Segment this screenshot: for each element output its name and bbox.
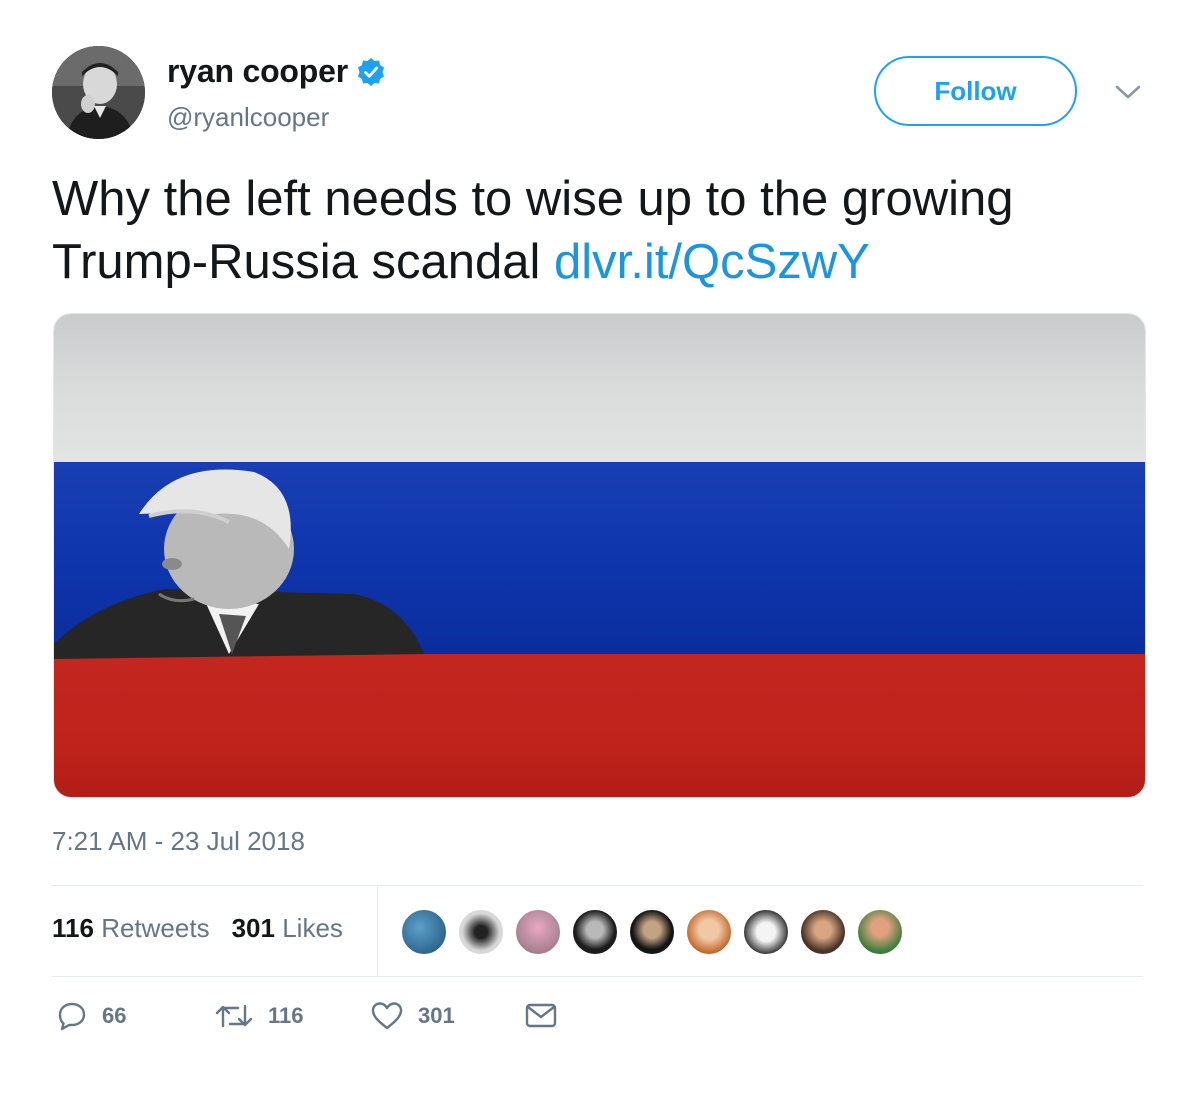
tweet-header: ryan cooper @ryanlcooper Follow (52, 46, 1152, 141)
reply-count: 66 (102, 1003, 127, 1028)
likes-stat[interactable]: 301 Likes (232, 913, 343, 944)
likes-label: Likes (282, 913, 343, 943)
liker-avatar[interactable] (514, 908, 562, 956)
author-handle[interactable]: @ryanlcooper (167, 102, 329, 133)
tweet-link[interactable]: dlvr.it/QcSzwY (554, 235, 870, 289)
author-avatar[interactable] (52, 46, 145, 139)
tweet-stats: 116 Retweets 301 Likes (52, 913, 365, 944)
divider (377, 886, 378, 976)
liker-avatar[interactable] (799, 908, 847, 956)
portrait-figure (54, 469, 424, 659)
retweet-button[interactable]: 116 (214, 1000, 304, 1032)
verified-badge-icon (357, 57, 384, 86)
divider (52, 885, 1143, 886)
liker-avatar[interactable] (742, 908, 790, 956)
tweet-text: Why the left needs to wise up to the gro… (52, 168, 1152, 294)
liker-avatar[interactable] (457, 908, 505, 956)
divider (52, 976, 1143, 977)
tweet-actions: 66 116 301 (52, 1000, 652, 1045)
flag-red-stripe (54, 654, 1145, 797)
liker-avatar[interactable] (856, 908, 904, 956)
flag-white-stripe (54, 314, 1145, 462)
author-name[interactable]: ryan cooper (167, 53, 348, 90)
envelope-icon (525, 1003, 557, 1028)
liker-avatar[interactable] (571, 908, 619, 956)
direct-message-button[interactable] (524, 1000, 572, 1030)
likes-count: 301 (231, 913, 275, 943)
liker-avatar[interactable] (685, 908, 733, 956)
retweet-icon (215, 1004, 253, 1028)
retweet-count: 116 (268, 1003, 304, 1028)
reply-icon (58, 1002, 86, 1031)
heart-icon (371, 1002, 403, 1030)
like-button[interactable]: 301 (370, 1000, 455, 1032)
tweet-media-image[interactable] (53, 313, 1146, 798)
reply-button[interactable]: 66 (56, 1000, 126, 1032)
retweets-label: Retweets (101, 913, 210, 943)
retweets-stat[interactable]: 116 Retweets (52, 913, 210, 944)
chevron-down-icon[interactable] (1114, 82, 1142, 102)
follow-button[interactable]: Follow (874, 56, 1077, 126)
liker-avatars (400, 908, 913, 956)
like-count: 301 (418, 1003, 455, 1028)
liker-avatar[interactable] (628, 908, 676, 956)
liker-avatar[interactable] (400, 908, 448, 956)
retweets-count: 116 (52, 913, 94, 943)
tweet-timestamp[interactable]: 7:21 AM - 23 Jul 2018 (52, 826, 305, 857)
